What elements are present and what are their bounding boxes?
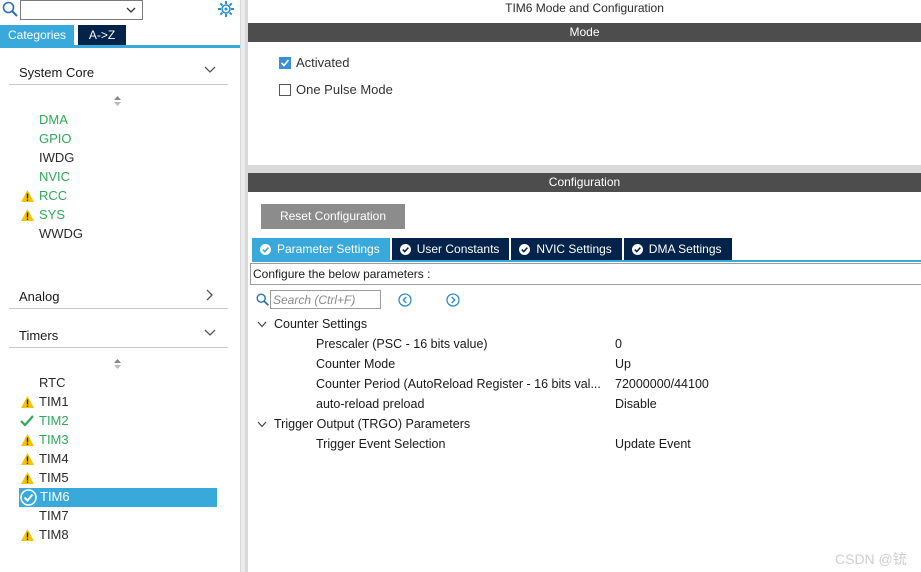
group-label: System Core — [19, 65, 95, 80]
one-pulse-checkbox[interactable] — [279, 84, 291, 96]
param-auto-reload-preload[interactable]: auto-reload preload — [316, 397, 612, 411]
sidebar: Categories A->Z System Core DMA GPIO IWD… — [0, 0, 240, 572]
value-counter-period[interactable]: 72000000/44100 — [615, 377, 709, 391]
warning-icon — [21, 190, 34, 202]
sidebar-item-nvic[interactable]: NVIC — [39, 168, 70, 186]
group-label: Timers — [19, 328, 59, 343]
search-icon[interactable] — [256, 293, 269, 306]
trigger-output-header[interactable]: Trigger Output (TRGO) Parameters — [274, 417, 470, 431]
tab-label: NVIC Settings — [536, 242, 612, 256]
watermark: CSDN @铳 — [835, 551, 907, 567]
sort-icon[interactable] — [113, 96, 122, 106]
tabs-underline — [252, 260, 921, 262]
panel-splitter-inner — [241, 0, 245, 572]
sidebar-item-tim1[interactable]: TIM1 — [39, 393, 69, 411]
previous-match-icon[interactable] — [398, 293, 412, 307]
group-timers[interactable]: Timers — [9, 322, 228, 348]
param-counter-period[interactable]: Counter Period (AutoReload Register - 16… — [316, 377, 612, 391]
one-pulse-label: One Pulse Mode — [296, 82, 393, 97]
param-prescaler[interactable]: Prescaler (PSC - 16 bits value) — [316, 337, 612, 351]
section-divider[interactable] — [248, 165, 921, 173]
sidebar-item-rcc[interactable]: RCC — [39, 187, 67, 205]
sidebar-item-tim6[interactable]: TIM6 — [19, 488, 217, 507]
next-match-icon[interactable] — [446, 293, 460, 307]
check-circle-icon — [631, 243, 643, 255]
warning-icon — [21, 396, 34, 408]
page-title: TIM6 Mode and Configuration — [505, 1, 664, 15]
tab-user-constants[interactable]: User Constants — [391, 238, 510, 260]
chevron-down-icon[interactable] — [257, 421, 267, 428]
value-trigger-event-selection[interactable]: Update Event — [615, 437, 691, 451]
check-circle-icon — [519, 243, 531, 255]
check-circle-icon — [20, 489, 37, 506]
chevron-down-icon[interactable] — [257, 321, 267, 328]
sidebar-item-label: TIM6 — [40, 489, 70, 504]
param-trigger-event-selection[interactable]: Trigger Event Selection — [316, 437, 612, 451]
tab-a-to-z[interactable]: A->Z — [78, 25, 127, 45]
sidebar-search-combo[interactable] — [20, 0, 143, 20]
tab-categories[interactable]: Categories — [0, 25, 75, 45]
category-tabs: Categories A->Z — [0, 25, 127, 45]
sidebar-item-gpio[interactable]: GPIO — [39, 130, 72, 148]
value-prescaler[interactable]: 0 — [615, 337, 622, 351]
tab-nvic-settings[interactable]: NVIC Settings — [511, 238, 622, 260]
warning-icon — [21, 529, 34, 541]
tab-parameter-settings[interactable]: Parameter Settings — [252, 238, 390, 260]
sidebar-item-sys[interactable]: SYS — [39, 206, 65, 224]
sidebar-item-tim8[interactable]: TIM8 — [39, 526, 69, 544]
tab-label: User Constants — [416, 242, 500, 256]
mode-header: Mode — [248, 23, 921, 42]
counter-settings-header[interactable]: Counter Settings — [274, 317, 367, 331]
mode-section: Activated One Pulse Mode — [248, 42, 921, 165]
tab-dma-settings[interactable]: DMA Settings — [623, 238, 732, 260]
reset-configuration-button[interactable]: Reset Configuration — [261, 204, 405, 229]
activated-checkbox[interactable] — [279, 57, 291, 69]
search-icon[interactable] — [2, 1, 18, 17]
warning-icon — [21, 472, 34, 484]
tab-label: DMA Settings — [648, 242, 722, 256]
value-counter-mode[interactable]: Up — [615, 357, 631, 371]
warning-icon — [21, 209, 34, 221]
check-circle-icon — [399, 243, 411, 255]
sidebar-item-wwdg[interactable]: WWDG — [39, 225, 83, 243]
checkmark-icon — [280, 59, 290, 67]
value-auto-reload-preload[interactable]: Disable — [615, 397, 657, 411]
tab-label: Parameter Settings — [277, 242, 380, 256]
check-circle-icon — [260, 243, 271, 255]
main-panel: TIM6 Mode and Configuration Mode Activat… — [248, 0, 921, 572]
configure-banner: Configure the below parameters : — [250, 263, 921, 285]
configure-text: Configure the below parameters : — [253, 267, 431, 281]
sidebar-item-tim3[interactable]: TIM3 — [39, 431, 69, 449]
sidebar-item-tim4[interactable]: TIM4 — [39, 450, 69, 468]
sidebar-item-rtc[interactable]: RTC — [39, 374, 65, 392]
tab-underline — [0, 45, 240, 48]
chevron-down-icon — [126, 7, 136, 13]
group-system-core[interactable]: System Core — [9, 59, 228, 85]
gear-icon[interactable] — [217, 0, 235, 18]
config-tabs: Parameter Settings User Constants NVIC S… — [252, 238, 734, 260]
sidebar-item-iwdg[interactable]: IWDG — [39, 149, 74, 167]
stm32cubemx-window: Categories A->Z System Core DMA GPIO IWD… — [0, 0, 921, 572]
group-analog[interactable]: Analog — [9, 283, 228, 309]
sort-icon[interactable] — [113, 359, 122, 369]
warning-icon — [21, 453, 34, 465]
sidebar-item-tim5[interactable]: TIM5 — [39, 469, 69, 487]
chevron-down-icon — [204, 66, 216, 73]
sidebar-item-tim7[interactable]: TIM7 — [39, 507, 69, 525]
group-label: Analog — [19, 289, 60, 304]
search-input[interactable] — [271, 291, 380, 308]
chevron-right-icon — [206, 289, 213, 301]
parameter-search-input[interactable] — [270, 290, 381, 309]
chevron-down-icon — [204, 329, 216, 336]
activated-label: Activated — [296, 55, 350, 70]
configuration-header: Configuration — [248, 173, 921, 192]
param-counter-mode[interactable]: Counter Mode — [316, 357, 612, 371]
sidebar-item-dma[interactable]: DMA — [39, 111, 68, 129]
checkmark-icon — [20, 415, 34, 427]
warning-icon — [21, 434, 34, 446]
sidebar-item-tim2[interactable]: TIM2 — [39, 412, 69, 430]
